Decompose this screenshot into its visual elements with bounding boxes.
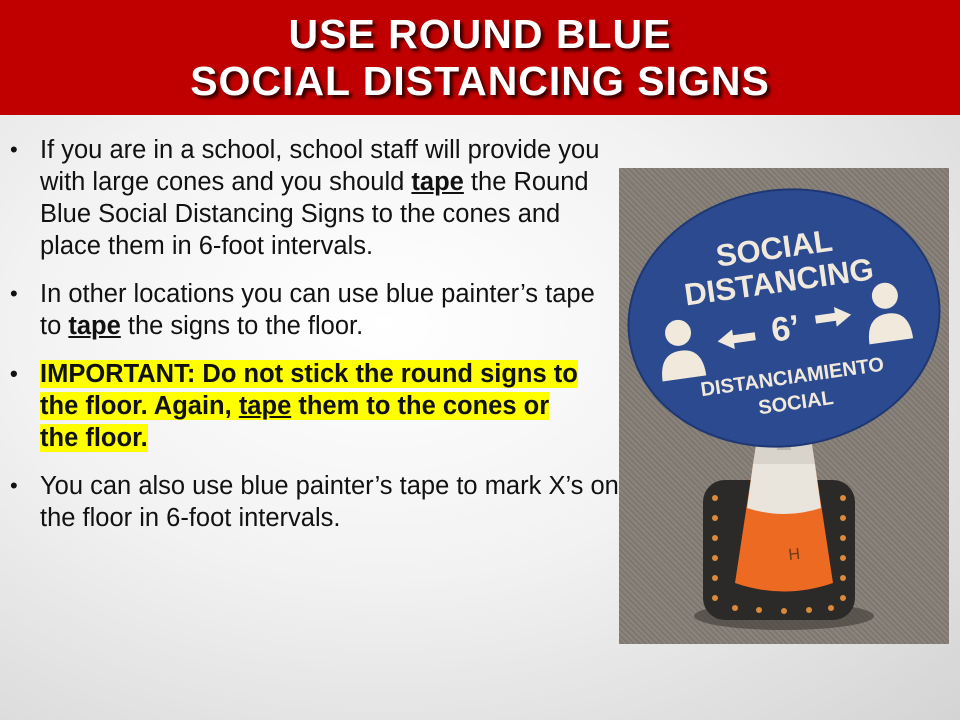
- bullet-dot: •: [10, 137, 18, 162]
- sign-distance-label: 6’: [769, 308, 802, 350]
- bullet-text: the signs to the floor.: [120, 312, 364, 340]
- emphasis-tape: tape: [68, 312, 121, 340]
- bullet-text: You can also use blue painter’s tape to …: [40, 472, 619, 532]
- slide-title-line-1: USE ROUND BLUE: [288, 10, 672, 57]
- bullet-dot: •: [10, 361, 18, 386]
- bullet-dot: •: [10, 281, 18, 306]
- emphasis-tape: tape: [411, 168, 464, 196]
- bullet-dot: •: [10, 473, 18, 498]
- bullet-item-important: • IMPORTANT: Do not stick the round sign…: [0, 358, 620, 454]
- slide-title-line-2: SOCIAL DISTANCING SIGNS: [190, 57, 770, 104]
- emphasis-tape: tape: [238, 392, 292, 420]
- cone-mark: H: [788, 546, 801, 564]
- bullet-list: • If you are in a school, school staff w…: [0, 134, 620, 550]
- bullet-item-other-locations: • In other locations you can use blue pa…: [0, 278, 620, 342]
- title-bar: USE ROUND BLUE SOCIAL DISTANCING SIGNS: [0, 0, 960, 115]
- bullet-item-school: • If you are in a school, school staff w…: [0, 134, 620, 262]
- sign-on-cone-photo: H SOCIAL DISTANCING 6’ DISTANCIAMIENTO S…: [619, 168, 949, 644]
- highlighted-warning: IMPORTANT: Do not stick the round signs …: [40, 360, 578, 452]
- bullet-item-mark-x: • You can also use blue painter’s tape t…: [0, 470, 620, 534]
